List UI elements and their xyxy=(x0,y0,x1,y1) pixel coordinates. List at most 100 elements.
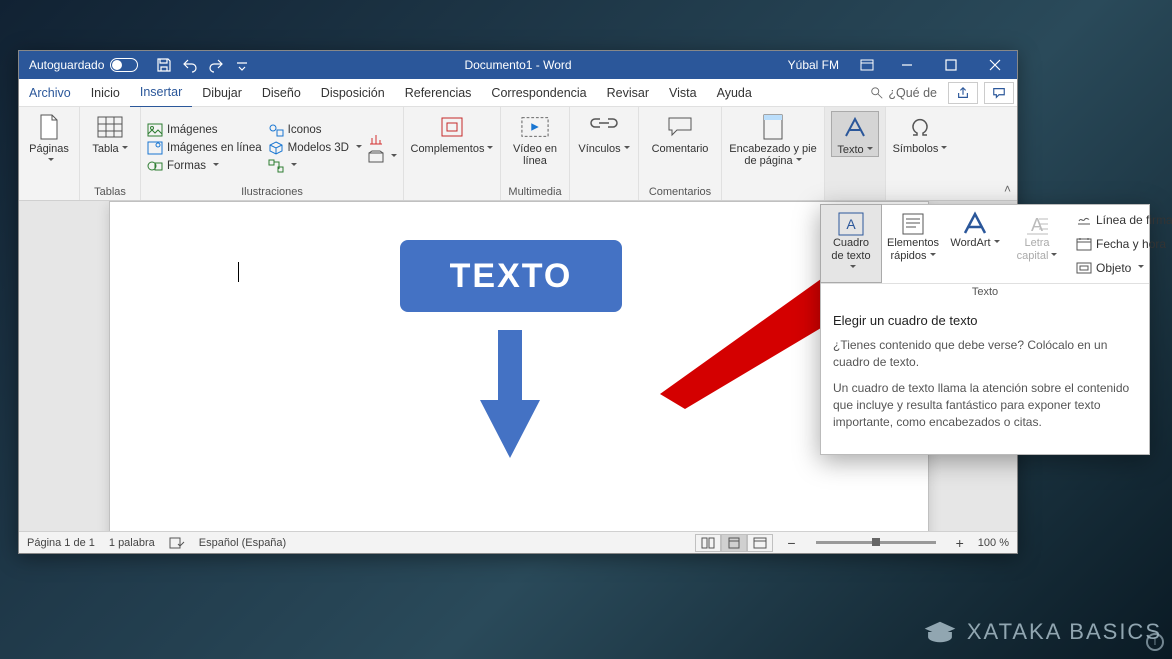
fecha-y-hora-button[interactable]: Fecha y hora xyxy=(1076,235,1172,253)
imagenes-en-linea-button[interactable]: Imágenes en línea xyxy=(147,139,262,157)
group-label xyxy=(576,184,632,198)
tell-me-label: ¿Qué de xyxy=(888,86,937,100)
tab-revisar[interactable]: Revisar xyxy=(597,79,659,107)
group-label xyxy=(831,184,879,198)
linea-de-firma-button[interactable]: Línea de firma xyxy=(1076,211,1172,229)
tabla-button[interactable]: Tabla xyxy=(86,111,134,155)
tab-diseno[interactable]: Diseño xyxy=(252,79,311,107)
comments-pane-button[interactable] xyxy=(984,82,1014,104)
screenshot-icon xyxy=(368,149,384,165)
texto-gallery-popup: A Cuadro de texto Elementos rápidos Word… xyxy=(820,204,1150,455)
group-texto: Texto xyxy=(825,107,886,200)
online-pictures-icon xyxy=(147,140,163,156)
group-multimedia: Vídeo en línea Multimedia xyxy=(501,107,570,200)
smartart-icon xyxy=(268,158,284,174)
zoom-level[interactable]: 100 % xyxy=(978,537,1009,549)
minimize-button[interactable] xyxy=(885,51,929,79)
encabezado-pie-button[interactable]: Encabezado y pie de página xyxy=(728,111,818,167)
group-label xyxy=(410,184,494,198)
comentario-button[interactable]: Comentario xyxy=(645,111,715,155)
tabla-label: Tabla xyxy=(92,143,127,155)
language-indicator[interactable]: Español (España) xyxy=(199,537,286,549)
group-simbolos: Símbolos xyxy=(886,107,954,200)
close-button[interactable] xyxy=(973,51,1017,79)
complementos-button[interactable]: Complementos xyxy=(410,111,494,155)
zoom-in-button[interactable]: + xyxy=(956,535,964,551)
omega-icon xyxy=(906,113,934,141)
quick-parts-icon xyxy=(899,211,927,237)
graduation-cap-icon xyxy=(923,619,957,645)
user-name[interactable]: Yúbal FM xyxy=(778,58,849,72)
document-page[interactable]: TEXTO xyxy=(109,201,929,531)
blue-down-arrow-shape[interactable] xyxy=(480,330,540,460)
page-indicator[interactable]: Página 1 de 1 xyxy=(27,537,95,549)
web-layout-button[interactable] xyxy=(747,534,773,552)
print-layout-button[interactable] xyxy=(721,534,747,552)
ribbon-display-icon[interactable] xyxy=(849,57,885,73)
modelos-3d-button[interactable]: Modelos 3D xyxy=(268,139,362,157)
status-bar: Página 1 de 1 1 palabra Español (España)… xyxy=(19,531,1017,553)
tooltip-text-2: Un cuadro de texto llama la atención sob… xyxy=(833,380,1137,432)
wordart-button[interactable]: WordArt xyxy=(944,205,1006,283)
collapse-ribbon-icon[interactable]: ˄ xyxy=(1004,182,1011,196)
formas-button[interactable]: Formas xyxy=(147,157,262,175)
group-label xyxy=(892,184,948,198)
autosave-toggle[interactable]: Autoguardado xyxy=(19,58,148,72)
zoom-out-button[interactable]: − xyxy=(787,535,795,551)
tab-vista[interactable]: Vista xyxy=(659,79,707,107)
header-footer-icon xyxy=(759,113,787,141)
read-mode-button[interactable] xyxy=(695,534,721,552)
group-label xyxy=(728,184,818,198)
tab-ayuda[interactable]: Ayuda xyxy=(707,79,762,107)
iconos-button[interactable]: Iconos xyxy=(268,121,362,139)
encabezado-label: Encabezado y pie de página xyxy=(728,143,818,167)
title-bar: Autoguardado Documento1 - Word Yúbal FM xyxy=(19,51,1017,79)
simbolos-button[interactable]: Símbolos xyxy=(892,111,948,155)
spellcheck-icon[interactable] xyxy=(169,536,185,550)
maximize-button[interactable] xyxy=(929,51,973,79)
watermark: XATAKA BASICS xyxy=(923,619,1162,645)
drop-cap-icon: A xyxy=(1023,211,1051,237)
info-icon: i xyxy=(1146,633,1164,651)
objeto-button[interactable]: Objeto xyxy=(1076,259,1172,277)
simbolos-label: Símbolos xyxy=(893,143,948,155)
group-complementos: Complementos xyxy=(404,107,501,200)
qat-more-icon[interactable] xyxy=(234,57,250,73)
group-ilustraciones: Imágenes Imágenes en línea Formas Iconos… xyxy=(141,107,404,200)
redo-icon[interactable] xyxy=(208,57,224,73)
zoom-slider[interactable] xyxy=(816,541,936,544)
view-buttons xyxy=(695,534,773,552)
date-time-icon xyxy=(1076,236,1092,252)
texto-button[interactable]: Texto xyxy=(831,111,879,157)
word-count[interactable]: 1 palabra xyxy=(109,537,155,549)
tab-disposicion[interactable]: Disposición xyxy=(311,79,395,107)
imagenes-button[interactable]: Imágenes xyxy=(147,121,262,139)
autosave-label: Autoguardado xyxy=(29,58,104,72)
undo-icon[interactable] xyxy=(182,57,198,73)
chart-button[interactable] xyxy=(368,130,397,148)
elementos-rapidos-button[interactable]: Elementos rápidos xyxy=(882,205,944,283)
comentario-label: Comentario xyxy=(652,143,709,155)
tab-insertar[interactable]: Insertar xyxy=(130,78,192,108)
group-paginas: Páginas xyxy=(19,107,80,200)
tab-file[interactable]: Archivo xyxy=(19,79,81,107)
screenshot-button[interactable] xyxy=(368,148,397,166)
paginas-button[interactable]: Páginas xyxy=(25,111,73,167)
group-vinculos: Vínculos xyxy=(570,107,639,200)
save-icon[interactable] xyxy=(156,57,172,73)
vinculos-button[interactable]: Vínculos xyxy=(576,111,632,155)
group-tablas: Tabla Tablas xyxy=(80,107,141,200)
video-en-linea-button[interactable]: Vídeo en línea xyxy=(507,111,563,167)
table-icon xyxy=(96,113,124,141)
ribbon-insertar: Páginas Tabla Tablas Imágenes Imágenes e… xyxy=(19,107,1017,201)
wordart-icon xyxy=(961,211,989,237)
3d-models-icon xyxy=(268,140,284,156)
tab-referencias[interactable]: Referencias xyxy=(395,79,482,107)
tab-inicio[interactable]: Inicio xyxy=(81,79,130,107)
smartart-button[interactable] xyxy=(268,157,362,175)
share-button[interactable] xyxy=(948,82,978,104)
tab-dibujar[interactable]: Dibujar xyxy=(192,79,252,107)
cuadro-de-texto-button[interactable]: A Cuadro de texto xyxy=(820,204,882,283)
tell-me-search[interactable]: ¿Qué de xyxy=(862,86,945,100)
tab-correspondencia[interactable]: Correspondencia xyxy=(481,79,596,107)
